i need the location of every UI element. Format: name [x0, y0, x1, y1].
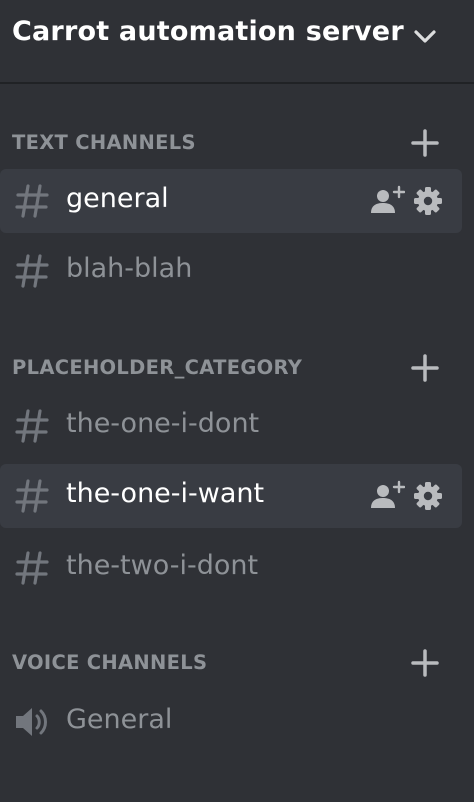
add-user-icon[interactable]: [369, 184, 405, 216]
hash-icon: [15, 479, 49, 513]
channel-general[interactable]: general: [0, 169, 462, 233]
channel-the-two-i-dont[interactable]: the-two-i-dont: [0, 536, 462, 600]
plus-icon[interactable]: [409, 127, 441, 159]
server-header[interactable]: Carrot automation server: [0, 0, 474, 84]
channel-name: General: [66, 704, 173, 735]
chevron-down-icon[interactable]: [410, 21, 440, 51]
add-user-icon[interactable]: [369, 479, 405, 511]
plus-icon[interactable]: [409, 352, 441, 384]
category-label: PLACEHOLDER_CATEGORY: [12, 356, 303, 379]
channel-blah-blah[interactable]: blah-blah: [0, 239, 462, 303]
category-placeholder[interactable]: PLACEHOLDER_CATEGORY: [0, 348, 474, 388]
category-text-channels[interactable]: TEXT CHANNELS: [0, 123, 474, 163]
voice-channel-general[interactable]: General: [0, 690, 462, 754]
gear-icon[interactable]: [413, 481, 443, 511]
category-label: VOICE CHANNELS: [12, 651, 208, 674]
channel-the-one-i-want[interactable]: the-one-i-want: [0, 464, 462, 528]
channel-name: the-one-i-want: [66, 478, 265, 509]
hash-icon: [15, 409, 49, 443]
channel-name: general: [66, 183, 169, 214]
channel-name: the-two-i-dont: [66, 550, 259, 581]
plus-icon[interactable]: [409, 647, 441, 679]
hash-icon: [15, 254, 49, 288]
category-voice-channels[interactable]: VOICE CHANNELS: [0, 643, 474, 683]
category-label: TEXT CHANNELS: [12, 131, 196, 154]
channel-the-one-i-dont[interactable]: the-one-i-dont: [0, 394, 462, 458]
hash-icon: [15, 184, 49, 218]
gear-icon[interactable]: [413, 186, 443, 216]
speaker-icon: [16, 708, 47, 736]
channel-name: blah-blah: [66, 253, 193, 284]
server-name: Carrot automation server: [12, 16, 404, 47]
channel-name: the-one-i-dont: [66, 408, 260, 439]
hash-icon: [15, 551, 49, 585]
